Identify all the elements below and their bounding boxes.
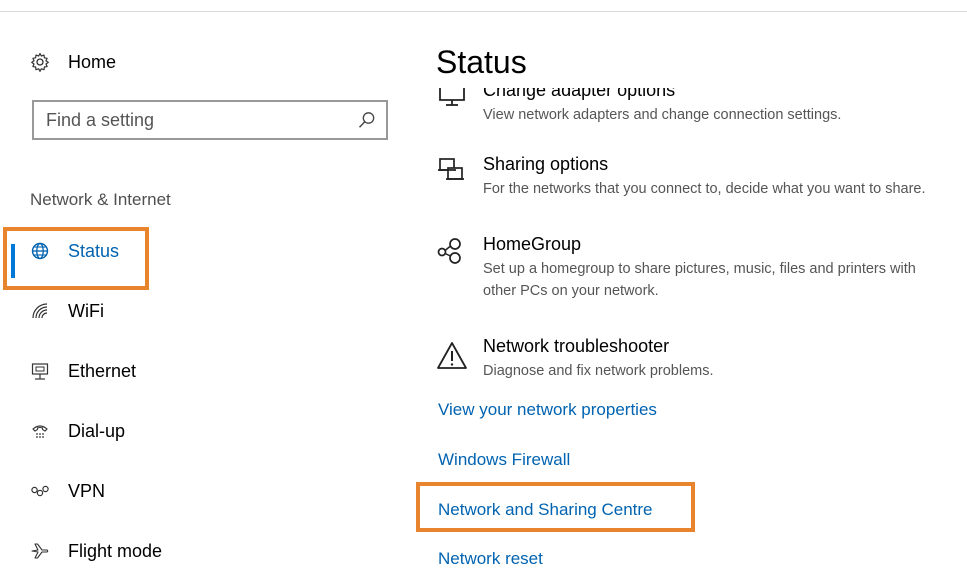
option-description-line2: other PCs on your network.: [483, 283, 659, 299]
sidebar-item-wifi[interactable]: WiFi: [0, 289, 400, 333]
sidebar-item-label: Dial-up: [68, 420, 126, 441]
settings-sidebar: Home Network & Internet Status: [0, 12, 410, 586]
dialup-icon: [30, 421, 50, 441]
sidebar-item-vpn[interactable]: VPN: [0, 469, 400, 513]
search-input[interactable]: [34, 109, 334, 131]
airplane-icon: [30, 541, 50, 561]
sidebar-item-label: Ethernet: [68, 360, 137, 381]
wifi-icon: [30, 301, 50, 321]
sidebar-item-dialup[interactable]: Dial-up: [0, 409, 400, 453]
warning-icon: [436, 340, 468, 372]
option-description-line1: Set up a homegroup to share pictures, mu…: [483, 261, 916, 277]
option-title: Sharing options: [483, 154, 609, 174]
search-icon[interactable]: [358, 111, 376, 129]
home-label: Home: [68, 51, 117, 72]
option-title: HomeGroup: [483, 234, 582, 254]
option-title: Network troubleshooter: [483, 336, 670, 356]
page-title: Status: [436, 44, 527, 80]
sharing-icon: [436, 156, 468, 188]
sidebar-item-status[interactable]: Status: [0, 229, 400, 273]
scroll-content: Change adapter options View network adap…: [410, 88, 967, 586]
option-title: Change adapter options: [483, 88, 676, 100]
globe-icon: [30, 241, 50, 261]
home-nav-item[interactable]: Home: [30, 48, 116, 76]
sidebar-item-ethernet[interactable]: Ethernet: [0, 349, 400, 393]
option-description: For the networks that you connect to, de…: [483, 181, 926, 197]
sidebar-item-label: VPN: [68, 480, 106, 501]
network-reset-link[interactable]: Network reset: [438, 549, 543, 569]
sidebar-item-label: Flight mode: [68, 540, 163, 561]
option-description: Diagnose and fix network problems.: [483, 363, 714, 379]
windows-firewall-link[interactable]: Windows Firewall: [438, 450, 570, 470]
sidebar-item-label: WiFi: [68, 300, 104, 321]
network-sharing-centre-link[interactable]: Network and Sharing Centre: [438, 500, 653, 520]
main-content: Status Change adapter options View netwo…: [410, 12, 967, 586]
monitor-icon: [436, 88, 468, 116]
ethernet-icon: [30, 361, 50, 381]
vpn-icon: [30, 481, 50, 501]
homegroup-icon: [436, 236, 468, 268]
view-network-properties-link[interactable]: View your network properties: [438, 400, 657, 420]
sidebar-item-label: Status: [68, 240, 120, 261]
search-box[interactable]: [32, 100, 388, 140]
sidebar-item-flight-mode[interactable]: Flight mode: [0, 529, 400, 573]
option-description: View network adapters and change connect…: [483, 107, 842, 123]
gear-icon: [30, 52, 50, 72]
section-title: Network & Internet: [30, 190, 171, 209]
